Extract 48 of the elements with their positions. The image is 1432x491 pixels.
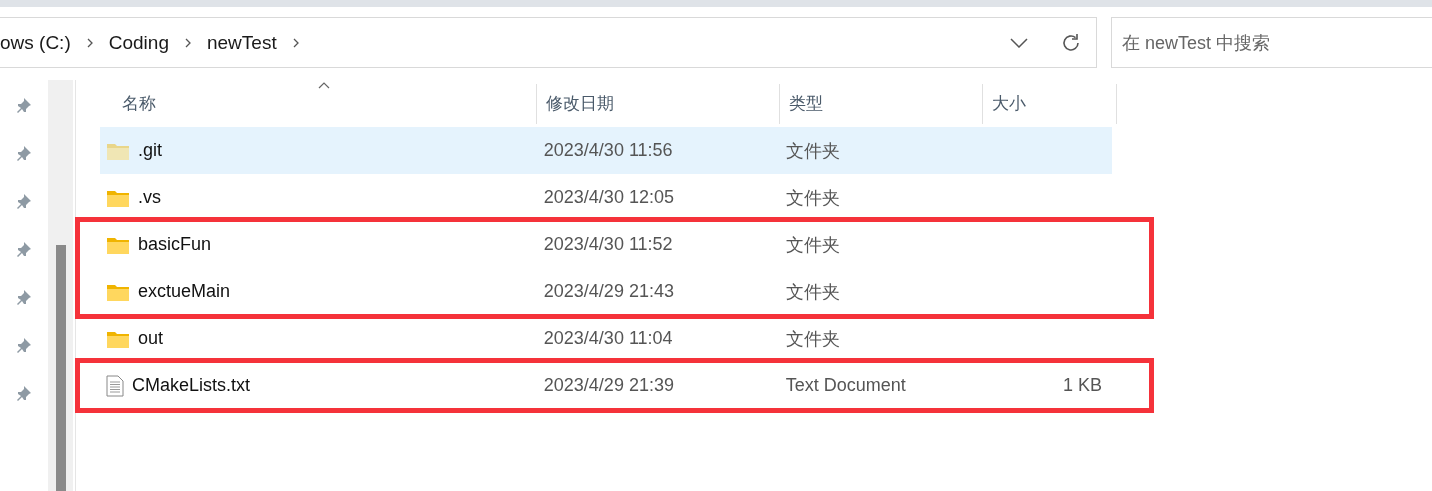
pin-icon[interactable] [15,288,33,306]
pin-icon[interactable] [15,336,33,354]
file-name: .vs [138,187,161,208]
file-row[interactable]: basicFun 2023/4/30 11:52 文件夹 [100,221,1112,268]
pin-icon[interactable] [15,144,33,162]
file-type: 文件夹 [785,233,840,257]
breadcrumb[interactable]: ows (C:) [0,31,71,54]
modified-date: 2023/4/29 21:39 [543,375,674,396]
file-name: CMakeLists.txt [132,375,251,396]
file-type: Text Document [785,375,906,396]
modified-date: 2023/4/29 21:43 [543,281,674,302]
modified-date: 2023/4/30 11:04 [543,328,673,349]
file-size: 1 KB [1063,375,1102,396]
breadcrumb[interactable]: newTest [206,31,277,54]
address-bar[interactable]: ows (C:) Coding newTest [0,17,1097,68]
pin-icon[interactable] [15,240,33,258]
refresh-icon[interactable] [1060,31,1082,54]
file-row[interactable]: .git 2023/4/30 11:56 文件夹 [100,127,1112,174]
file-type: 文件夹 [785,139,840,163]
file-row[interactable]: out 2023/4/30 11:04 文件夹 [100,315,1112,362]
modified-date: 2023/4/30 11:52 [543,234,673,255]
file-type: 文件夹 [785,327,840,351]
column-header[interactable]: 类型 [780,83,983,124]
file-name: .git [138,140,162,161]
column-header[interactable]: 修改日期 [537,83,780,124]
sort-ascending-icon [318,81,330,89]
file-row[interactable]: exctueMain 2023/4/29 21:43 文件夹 [100,268,1112,315]
modified-date: 2023/4/30 12:05 [543,187,674,208]
pin-icon[interactable] [15,96,33,114]
file-row[interactable]: CMakeLists.txt 2023/4/29 21:39 Text Document 1 KB [100,362,1112,409]
breadcrumb[interactable]: Coding [108,31,169,54]
column-header[interactable]: 大小 [983,83,1117,124]
chevron-down-icon[interactable] [1010,37,1028,48]
search-placeholder: 在 newTest 中搜索 [1122,31,1271,55]
file-type: 文件夹 [785,280,840,304]
column-header[interactable]: 名称 [100,83,537,124]
scrollbar-thumb[interactable] [55,245,66,491]
file-type: 文件夹 [785,186,840,210]
pin-icon[interactable] [15,192,33,210]
file-name: out [138,328,164,349]
search-field[interactable]: 在 newTest 中搜索 [1111,17,1432,68]
file-name: exctueMain [138,281,231,302]
file-name: basicFun [138,234,212,255]
modified-date: 2023/4/30 11:56 [543,140,673,161]
scrollbar-track[interactable] [48,80,73,491]
file-row[interactable]: .vs 2023/4/30 12:05 文件夹 [100,174,1112,221]
pin-icon[interactable] [15,384,33,402]
text-file-icon [106,374,124,397]
